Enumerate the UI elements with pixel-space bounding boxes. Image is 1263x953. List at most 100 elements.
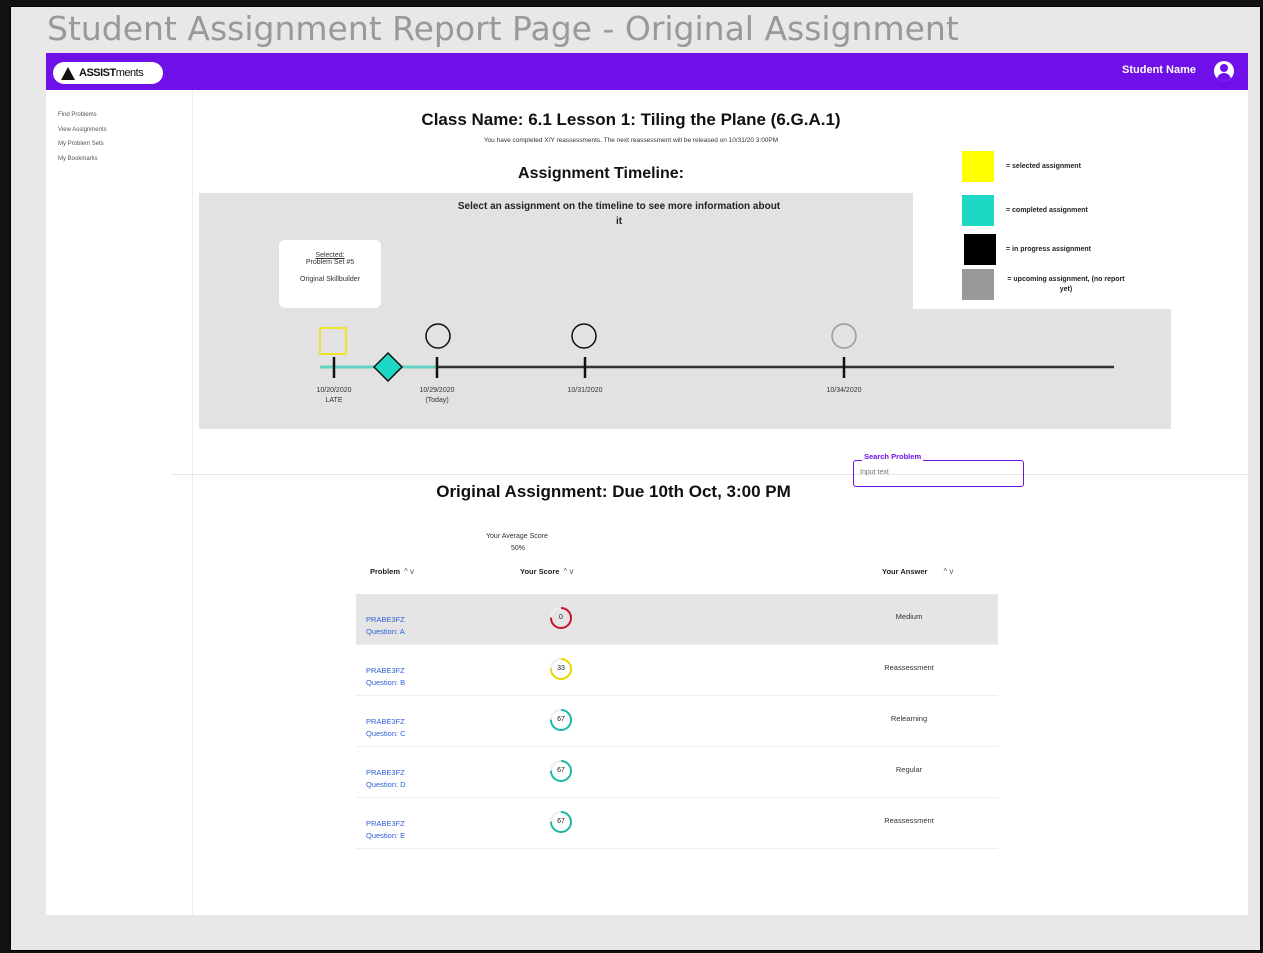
legend: = selected assignment = completed assign… [913, 134, 1179, 309]
user-account-icon[interactable] [1214, 61, 1234, 81]
score-value: 33 [557, 665, 565, 672]
legend-label: = completed assignment [1006, 206, 1088, 214]
user-name[interactable]: Student Name [1122, 64, 1196, 76]
reassessment-notice: You have completed X/Y reassessments. Th… [483, 137, 779, 144]
search-problem-field[interactable]: Search Problem [853, 452, 1024, 487]
completed-swatch [962, 195, 994, 226]
sort-icon[interactable]: ^ v [563, 567, 573, 576]
table-body: PRABE3FZ Question: A 0 Medium PRABE3FZ Que… [356, 594, 998, 849]
in-progress-assignment-marker [571, 323, 597, 349]
tick-date: 10/34/2020 [826, 387, 862, 394]
tick-note: LATE [325, 397, 343, 404]
score-ring: 0 [549, 606, 573, 630]
problems-table: Problem ^ v Your Score ^ v Your Answer ^ v … [356, 561, 998, 849]
problem-code[interactable]: PRABE3FZ [366, 665, 405, 677]
tick-note: (Today) [425, 397, 449, 404]
column-header-label: Your Answer [882, 567, 928, 576]
legend-item-completed: = completed assignment [962, 195, 1141, 226]
upcoming-assignment-marker [831, 323, 857, 349]
search-input[interactable] [860, 469, 1010, 476]
in-progress-swatch [964, 234, 996, 265]
problem-code[interactable]: PRABE3FZ [366, 716, 406, 728]
problem-question[interactable]: Question: D [366, 779, 406, 791]
sort-icon[interactable]: ^ v [404, 567, 414, 576]
table-header: Problem ^ v Your Score ^ v Your Answer ^ v [356, 561, 998, 594]
logo-icon [61, 66, 75, 80]
table-row[interactable]: PRABE3FZ Question: E 67 Reassessment [356, 798, 998, 849]
logo-text-bold: ASSIST [79, 67, 116, 79]
problem-question[interactable]: Question: E [366, 830, 405, 842]
average-score: Your Average Score 50% [486, 531, 596, 555]
upcoming-swatch [962, 269, 994, 300]
problem-code[interactable]: PRABE3FZ [366, 767, 406, 779]
selected-swatch [962, 151, 994, 182]
sidebar-item-view-assignments[interactable]: View Assignments [58, 123, 192, 138]
score-ring: 67 [549, 810, 573, 834]
score-value: 0 [559, 614, 563, 621]
score-ring: 67 [549, 759, 573, 783]
column-header-answer[interactable]: Your Answer ^ v [882, 567, 953, 576]
app-window: ASSISTments Student Name Find Problems V… [46, 53, 1248, 915]
answer-value: Regular [895, 765, 923, 774]
completed-assignment-marker [372, 351, 404, 383]
legend-item-upcoming: = upcoming assignment, (no report yet) [962, 269, 1126, 300]
logo-text-light: ments [115, 67, 144, 79]
column-header-label: Your Score [520, 567, 560, 576]
column-header-score[interactable]: Your Score ^ v [520, 567, 573, 576]
legend-item-in-progress: = in progress assignment [964, 234, 1141, 265]
selected-assignment-marker [319, 327, 347, 355]
problem-link[interactable]: PRABE3FZ Question: D [366, 767, 406, 791]
class-title: Class Name: 6.1 Lesson 1: Tiling the Pla… [421, 110, 841, 129]
problem-code[interactable]: PRABE3FZ [366, 818, 405, 830]
table-row[interactable]: PRABE3FZ Question: C 67 Relearning [356, 696, 998, 747]
logo-text: ASSISTments [79, 67, 144, 79]
problem-link[interactable]: PRABE3FZ Question: E [366, 818, 405, 842]
problem-question[interactable]: Question: A [366, 626, 405, 638]
tick-date: 10/31/2020 [567, 387, 603, 394]
screenshot-frame: Student Assignment Report Page - Origina… [10, 6, 1261, 951]
top-bar: ASSISTments Student Name [46, 53, 1248, 90]
score-ring: 67 [549, 708, 573, 732]
answer-value: Relearning [890, 714, 928, 723]
in-progress-assignment-marker [425, 323, 451, 349]
problem-link[interactable]: PRABE3FZ Question: B [366, 665, 405, 689]
table-row[interactable]: PRABE3FZ Question: A 0 Medium [356, 594, 998, 645]
sidebar-item-my-problem-sets[interactable]: My Problem Sets [58, 137, 192, 152]
legend-label: = selected assignment [1006, 162, 1081, 170]
problem-code[interactable]: PRABE3FZ [366, 614, 405, 626]
legend-label: = upcoming assignment, (no report yet) [1007, 275, 1125, 293]
timeline-tick-label: 10/31/2020 [550, 386, 620, 396]
problem-question[interactable]: Question: C [366, 728, 406, 740]
assignment-title: Original Assignment: Due 10th Oct, 3:00 … [436, 482, 791, 501]
table-row[interactable]: PRABE3FZ Question: D 67 Regular [356, 747, 998, 798]
problem-link[interactable]: PRABE3FZ Question: C [366, 716, 406, 740]
score-value: 67 [557, 716, 565, 723]
sidebar-item-my-bookmarks[interactable]: My Bookmarks [58, 152, 192, 167]
legend-item-selected: = selected assignment [962, 151, 1141, 182]
column-header-label: Problem [370, 567, 401, 576]
timeline-tick-label: 10/34/2020 [809, 386, 879, 396]
legend-label: = in progress assignment [1006, 245, 1091, 253]
answer-value: Reassessment [884, 816, 934, 825]
tick-date: 10/20/2020 [316, 387, 352, 394]
answer-value: Medium [895, 612, 923, 621]
average-score-value: 50% [511, 545, 526, 552]
table-row[interactable]: PRABE3FZ Question: B 33 Reassessment [356, 645, 998, 696]
sidebar-item-find-problems[interactable]: Find Problems [58, 108, 192, 123]
column-header-problem[interactable]: Problem ^ v [370, 567, 414, 576]
score-value: 67 [557, 767, 565, 774]
page-heading: Student Assignment Report Page - Origina… [47, 9, 959, 48]
sort-icon[interactable]: ^ v [943, 567, 953, 576]
section-divider [171, 474, 1248, 475]
timeline-title: Assignment Timeline: [518, 165, 684, 182]
answer-value: Reassessment [884, 663, 934, 672]
average-score-label: Your Average Score [486, 533, 548, 540]
problem-link[interactable]: PRABE3FZ Question: A [366, 614, 405, 638]
problem-question[interactable]: Question: B [366, 677, 405, 689]
score-ring: 33 [549, 657, 573, 681]
sidebar: Find Problems View Assignments My Proble… [46, 90, 193, 915]
timeline-tick-label: 10/29/2020 (Today) [402, 386, 472, 406]
assistments-logo[interactable]: ASSISTments [53, 62, 163, 84]
search-label: Search Problem [862, 452, 924, 461]
tick-date: 10/29/2020 [419, 387, 455, 394]
